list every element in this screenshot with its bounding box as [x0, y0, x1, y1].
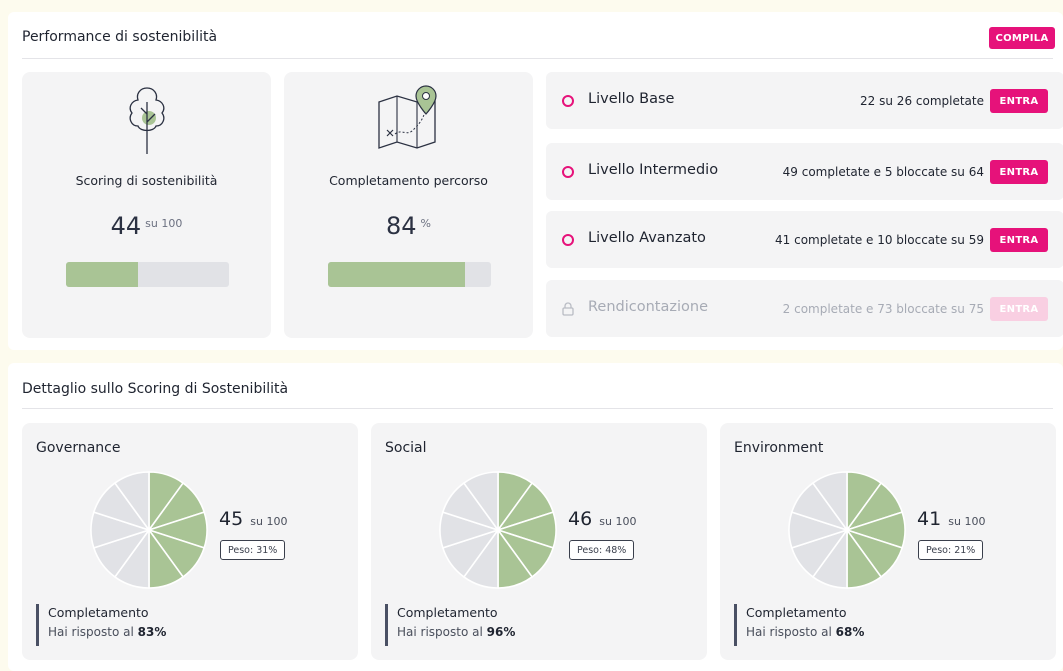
- level-rendicontazione: Rendicontazione 2 completate e 73 blocca…: [546, 280, 1063, 337]
- level-base: Livello Base 22 su 26 completate ENTRA: [546, 72, 1063, 129]
- pillar-completion: Completamento Hai risposto al 96%: [385, 604, 515, 646]
- pillar-score-unit: su 100: [948, 515, 986, 528]
- enter-button[interactable]: ENTRA: [990, 89, 1048, 113]
- level-name: Livello Base: [588, 91, 675, 107]
- completion-percent: 68%: [835, 625, 865, 639]
- completion-value: 84%: [284, 212, 533, 240]
- completion-text: Hai risposto al 83%: [48, 622, 166, 642]
- completion-title: Completamento: [48, 605, 149, 620]
- detail-title: Dettaglio sullo Scoring di Sostenibilità: [22, 381, 289, 397]
- completion-prefix: Hai risposto al: [746, 625, 832, 639]
- completion-title: Completamento: [746, 605, 847, 620]
- tree-icon: [129, 87, 164, 154]
- pillar-score-value: 46: [568, 508, 593, 530]
- lock-icon: [562, 302, 574, 316]
- level-name: Livello Avanzato: [588, 230, 706, 246]
- pillar-completion: Completamento Hai risposto al 83%: [36, 604, 166, 646]
- performance-panel: Performance di sostenibilità COMPILA Sco…: [8, 12, 1063, 350]
- scoring-progress-bar: [66, 262, 229, 287]
- pillar-weight-badge: Peso: 21%: [918, 540, 984, 560]
- pillar-title: Governance: [36, 440, 121, 456]
- pillar-pie-chart: [439, 471, 557, 589]
- pillar-weight-badge: Peso: 31%: [220, 540, 286, 560]
- pillar-weight-badge: Peso: 48%: [569, 540, 635, 560]
- pillar-pie-chart: [90, 471, 208, 589]
- pillar-score: 45 su 100: [219, 508, 287, 530]
- level-status: 2 completate e 73 bloccate su 75: [782, 302, 984, 316]
- scoring-progress-fill: [66, 262, 138, 287]
- completion-number: 84: [386, 212, 417, 240]
- level-intermedio: Livello Intermedio 49 completate e 5 blo…: [546, 143, 1063, 200]
- scoring-card: Scoring di sostenibilità 44 su 100: [22, 72, 271, 338]
- level-status: 22 su 26 completate: [860, 94, 984, 108]
- pillar-score-unit: su 100: [250, 515, 288, 528]
- map-pin-icon: [377, 85, 437, 149]
- completion-prefix: Hai risposto al: [48, 625, 134, 639]
- completion-card: Completamento percorso 84%: [284, 72, 533, 338]
- completion-percent: 96%: [486, 625, 516, 639]
- completion-text: Hai risposto al 68%: [746, 622, 864, 642]
- completion-label: Completamento percorso: [329, 173, 488, 188]
- pillar-card-social: Social 46 su 100 Peso: 48% Completamento…: [371, 423, 707, 660]
- pillar-score-value: 41: [917, 508, 942, 530]
- scoring-unit: su 100: [145, 217, 183, 230]
- pillar-completion: Completamento Hai risposto al 68%: [734, 604, 864, 646]
- performance-title: Performance di sostenibilità: [22, 29, 218, 45]
- completion-unit: %: [420, 217, 431, 230]
- scoring-detail-panel: Dettaglio sullo Scoring di Sostenibilità…: [8, 363, 1063, 671]
- divider: [22, 58, 1053, 59]
- level-avanzato: Livello Avanzato 41 completate e 10 bloc…: [546, 211, 1063, 268]
- scoring-value: 44 su 100: [22, 212, 271, 240]
- level-name: Livello Intermedio: [588, 162, 719, 178]
- pillar-score: 41 su 100: [917, 508, 985, 530]
- enter-button[interactable]: ENTRA: [990, 160, 1048, 184]
- completion-progress-fill: [328, 262, 465, 287]
- completion-prefix: Hai risposto al: [397, 625, 483, 639]
- level-status: 41 completate e 10 bloccate su 59: [775, 233, 984, 247]
- pillar-score: 46 su 100: [568, 508, 636, 530]
- completion-progress-bar: [328, 262, 491, 287]
- pillar-pie-chart: [788, 471, 906, 589]
- completion-text: Hai risposto al 96%: [397, 622, 515, 642]
- level-name: Rendicontazione: [588, 299, 708, 315]
- pillar-card-governance: Governance 45 su 100 Peso: 31% Completam…: [22, 423, 358, 660]
- enter-button[interactable]: ENTRA: [990, 228, 1048, 252]
- scoring-number: 44: [110, 212, 142, 240]
- completion-title: Completamento: [397, 605, 498, 620]
- pillar-score-unit: su 100: [599, 515, 637, 528]
- divider: [22, 408, 1053, 409]
- status-ring-icon: [562, 234, 574, 246]
- pillar-score-value: 45: [219, 508, 244, 530]
- pillar-title: Environment: [734, 440, 824, 456]
- compile-button[interactable]: COMPILA: [989, 27, 1055, 49]
- completion-percent: 83%: [137, 625, 167, 639]
- status-ring-icon: [562, 166, 574, 178]
- enter-button: ENTRA: [990, 297, 1048, 321]
- pillar-card-environment: Environment 41 su 100 Peso: 21% Completa…: [720, 423, 1056, 660]
- status-ring-icon: [562, 95, 574, 107]
- scoring-label: Scoring di sostenibilità: [75, 173, 218, 188]
- pillar-title: Social: [385, 440, 427, 456]
- level-status: 49 completate e 5 bloccate su 64: [782, 165, 984, 179]
